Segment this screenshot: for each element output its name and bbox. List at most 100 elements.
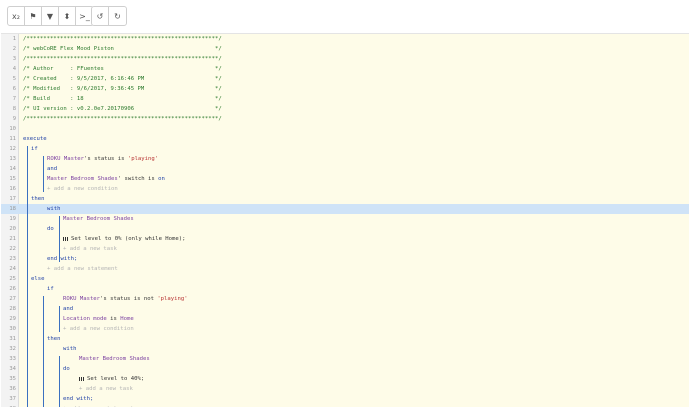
- code-line[interactable]: 25 else: [1, 274, 689, 284]
- code-line[interactable]: 13 ROKU Master's status is 'playing': [1, 154, 689, 164]
- code-line[interactable]: 3 /**************************************…: [1, 54, 689, 64]
- line-number: 6: [12, 86, 16, 92]
- code-token: execute: [23, 136, 47, 142]
- code-token: do: [63, 366, 70, 372]
- code-token: do: [47, 226, 54, 232]
- code-text: + add a new task: [79, 384, 133, 394]
- code-token: /* UI version : v0.2.0e7.20170906 */: [23, 106, 222, 112]
- code-line[interactable]: 7 /* Build : 18 */: [1, 94, 689, 104]
- code-token: and: [63, 306, 74, 312]
- pin-button[interactable]: ⚑: [25, 7, 42, 25]
- line-number: 9: [12, 116, 16, 122]
- redo-button[interactable]: ↻: [109, 7, 126, 25]
- line-number: 27: [9, 296, 16, 302]
- subscript-toggle-button[interactable]: x₂: [8, 7, 25, 25]
- code-token: end with;: [63, 396, 94, 402]
- code-text: ROKU Master's status is 'playing': [47, 154, 158, 164]
- code-line[interactable]: 28 and: [1, 304, 689, 314]
- code-line[interactable]: 27 ROKU Master's status is not 'playing': [1, 294, 689, 304]
- code-line[interactable]: 19 Master Bedroom Shades: [1, 214, 689, 224]
- filter-button[interactable]: ▼: [42, 7, 59, 25]
- code-text: and: [63, 304, 73, 314]
- add-placeholder-link[interactable]: + add a new task: [63, 246, 117, 252]
- toolbar-group-filters: x₂ ⚑ ▼ ⬍ >_: [7, 6, 94, 26]
- code-line[interactable]: 14 and: [1, 164, 689, 174]
- code-text: Set level to 40%;: [79, 374, 144, 384]
- code-editor[interactable]: 1 /**************************************…: [1, 33, 689, 407]
- code-line[interactable]: 33 Master Bedroom Shades: [1, 354, 689, 364]
- code-text: Master Bedroom Shades: [79, 354, 150, 364]
- line-number: 36: [9, 386, 16, 392]
- code-text: do: [47, 224, 54, 234]
- code-token: else: [31, 276, 45, 282]
- code-token: Set level to 40%;: [87, 376, 145, 382]
- code-text: if: [47, 284, 54, 294]
- toolbar-group-history: ↺ ↻: [91, 6, 127, 26]
- code-line[interactable]: 20 do: [1, 224, 689, 234]
- code-token: on: [158, 176, 165, 182]
- code-line[interactable]: 12 if: [1, 144, 689, 154]
- add-placeholder-link[interactable]: + add a new condition: [47, 186, 118, 192]
- code-line[interactable]: 30 + add a new condition: [1, 324, 689, 334]
- code-line[interactable]: 4 /* Author : FFuentes */: [1, 64, 689, 74]
- line-number: 25: [9, 276, 16, 282]
- code-token: then: [47, 336, 61, 342]
- code-line[interactable]: 34 do: [1, 364, 689, 374]
- code-line[interactable]: 21 Set level to 0% (only while Home);: [1, 234, 689, 244]
- code-line[interactable]: 26 if: [1, 284, 689, 294]
- code-line[interactable]: 2 /* webCoRE Flex Mood Piston */: [1, 44, 689, 54]
- add-placeholder-link[interactable]: + add a new statement: [47, 266, 118, 272]
- code-line[interactable]: 8 /* UI version : v0.2.0e7.20170906 */: [1, 104, 689, 114]
- code-line[interactable]: 17 then: [1, 194, 689, 204]
- code-token: /* Author : FFuentes */: [23, 66, 222, 72]
- code-line[interactable]: 10: [1, 124, 689, 134]
- code-line[interactable]: 16 + add a new condition: [1, 184, 689, 194]
- code-token: end with;: [47, 256, 78, 262]
- code-line[interactable]: 35 Set level to 40%;: [1, 374, 689, 384]
- block-bracket: [59, 216, 60, 262]
- code-token: Master Bedroom Shades: [47, 176, 118, 182]
- code-token: /* Created : 9/5/2017, 6:16:46 PM */: [23, 76, 222, 82]
- code-line[interactable]: 9 /**************************************…: [1, 114, 689, 124]
- code-token: Set level to 0%: [71, 236, 125, 242]
- code-token: is: [106, 316, 121, 322]
- code-line[interactable]: 36 + add a new task: [1, 384, 689, 394]
- code-line[interactable]: 5 /* Created : 9/5/2017, 6:16:46 PM */: [1, 74, 689, 84]
- code-text: then: [31, 194, 44, 204]
- add-placeholder-link[interactable]: + add a new task: [79, 386, 133, 392]
- code-line[interactable]: 22 + add a new task: [1, 244, 689, 254]
- block-bracket: [43, 156, 44, 192]
- line-number: 26: [9, 286, 16, 292]
- code-line[interactable]: 23 end with;: [1, 254, 689, 264]
- code-token: Master Bedroom Shades: [63, 216, 134, 222]
- block-bracket: [59, 306, 60, 332]
- line-number: 22: [9, 246, 16, 252]
- code-line[interactable]: 1 /**************************************…: [1, 34, 689, 44]
- code-line[interactable]: 32 with: [1, 344, 689, 354]
- code-text: /* Created : 9/5/2017, 6:16:46 PM */: [23, 74, 222, 84]
- code-line[interactable]: 29 Location mode is Home: [1, 314, 689, 324]
- code-text: then: [47, 334, 60, 344]
- code-token: if: [31, 146, 38, 152]
- code-token: ROKU Master: [47, 156, 85, 162]
- code-text: /* UI version : v0.2.0e7.20170906 */: [23, 104, 222, 114]
- line-number: 16: [9, 186, 16, 192]
- code-text: ROKU Master's status is not 'playing': [63, 294, 188, 304]
- sort-button[interactable]: ⬍: [59, 7, 76, 25]
- line-number: 13: [9, 156, 16, 162]
- undo-button[interactable]: ↺: [92, 7, 109, 25]
- line-number: 31: [9, 336, 16, 342]
- add-placeholder-link[interactable]: + add a new condition: [63, 326, 134, 332]
- code-line[interactable]: 31 then: [1, 334, 689, 344]
- code-line[interactable]: 6 /* Modified : 9/6/2017, 9:36:45 PM */: [1, 84, 689, 94]
- code-text: + add a new condition: [47, 184, 118, 194]
- code-line[interactable]: 11 execute: [1, 134, 689, 144]
- code-text: /* Build : 18 */: [23, 94, 222, 104]
- code-line[interactable]: 24 + add a new statement: [1, 264, 689, 274]
- code-line[interactable]: 18 with: [1, 204, 689, 214]
- code-line[interactable]: 15 Master Bedroom Shades' switch is on: [1, 174, 689, 184]
- code-text: with: [63, 344, 76, 354]
- line-number: 34: [9, 366, 16, 372]
- line-number: 21: [9, 236, 16, 242]
- code-line[interactable]: 37 end with;: [1, 394, 689, 404]
